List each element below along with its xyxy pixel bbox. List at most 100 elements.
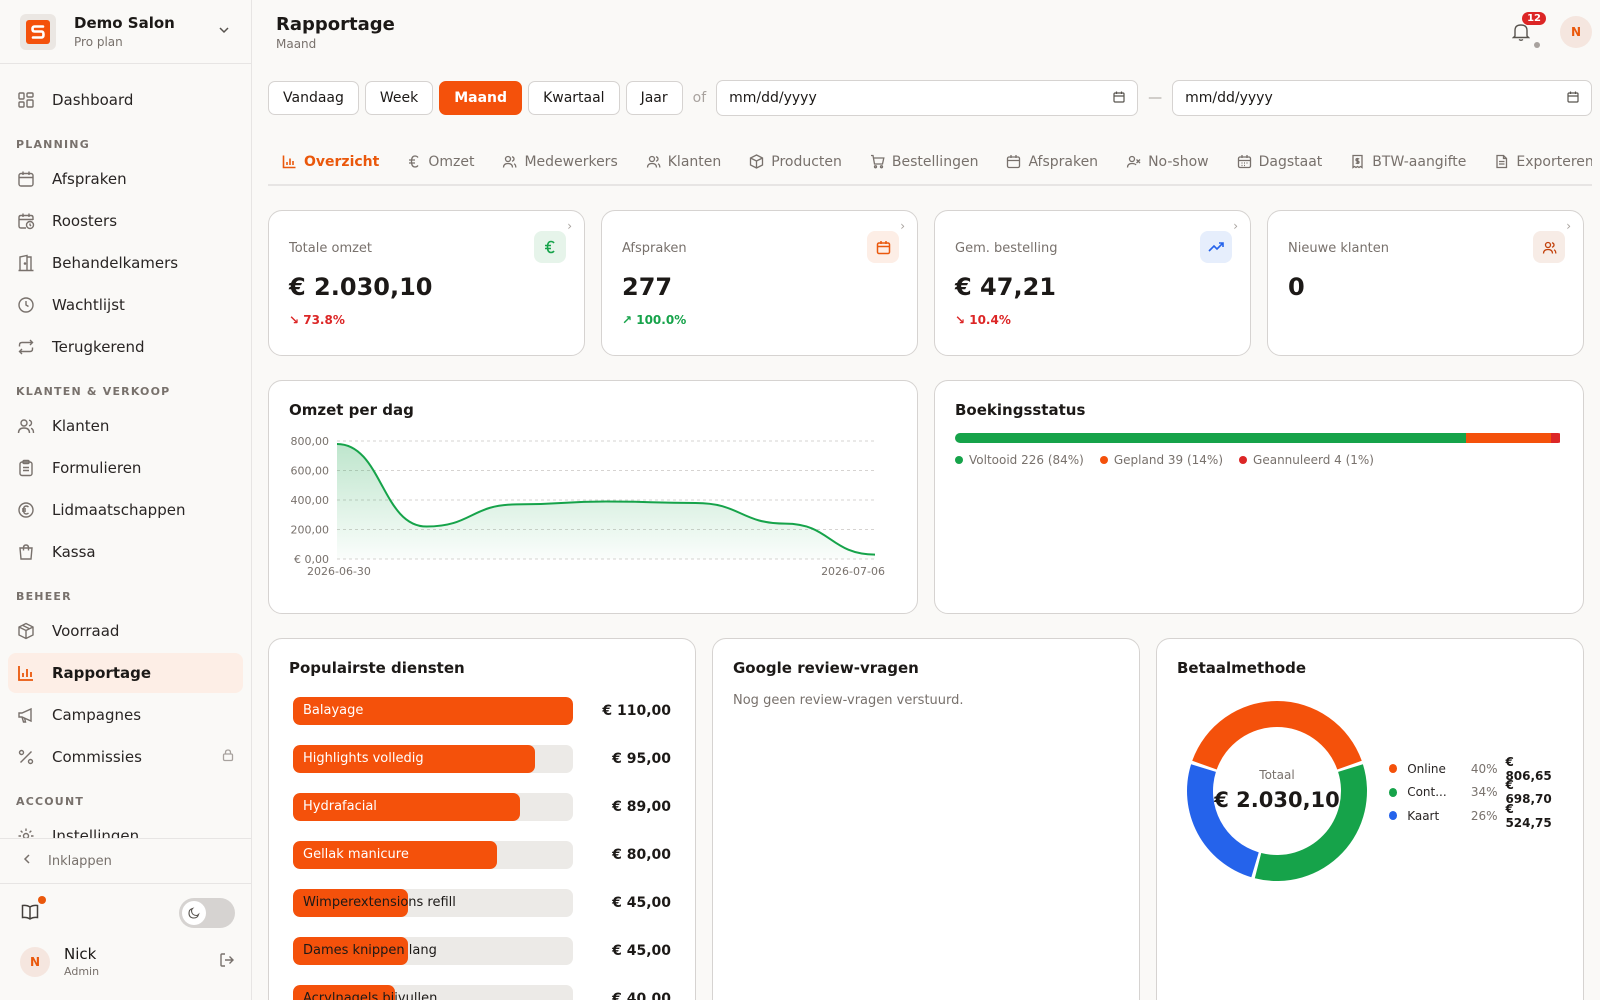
donut-slice — [1187, 764, 1259, 878]
revenue-chart-card: Omzet per dag € 0,00 200,00 400,00 600,00 80… — [268, 380, 918, 614]
moon-icon — [182, 901, 206, 925]
sidebar-item-campagnes[interactable]: Campagnes — [8, 695, 243, 735]
sidebar-tools — [20, 893, 235, 933]
date-from-input[interactable]: mm/dd/yyyy — [716, 80, 1139, 116]
user-avatar-button[interactable]: N — [1560, 16, 1592, 48]
period-maand-button[interactable]: Maand — [439, 81, 523, 115]
period-kwartaal-button[interactable]: Kwartaal — [528, 81, 620, 115]
logout-icon[interactable] — [219, 952, 235, 972]
sidebar-item-afspraken[interactable]: Afspraken — [8, 159, 243, 199]
kpi-value: 277 — [622, 273, 673, 301]
collapse-label: Inklappen — [48, 853, 112, 869]
sidebar-item-label: Wachtlijst — [52, 296, 125, 314]
service-value: € 45,00 — [612, 943, 671, 959]
period-jaar-button[interactable]: Jaar — [625, 81, 683, 115]
page-title: Rapportage — [276, 14, 395, 35]
page-header: Rapportage Maand 12 N — [252, 0, 1600, 64]
tab-producten[interactable]: Producten — [735, 148, 856, 184]
sidebar-item-instellingen[interactable]: Instellingen — [8, 816, 243, 838]
bar-chart-icon — [16, 663, 36, 683]
donut-center-label: Totaal — [1258, 768, 1294, 782]
tab-dagstaat[interactable]: Dagstaat — [1223, 148, 1337, 184]
sidebar-item-terugkerend[interactable]: Terugkerend — [8, 327, 243, 367]
salon-switcher[interactable]: Demo Salon Pro plan — [0, 0, 251, 64]
legend-dot — [1099, 456, 1108, 464]
service-value: € 40,00 — [612, 991, 671, 1000]
calendar-icon[interactable] — [1113, 91, 1125, 106]
service-value: € 110,00 — [602, 703, 671, 719]
payment-legend-row: Cont... 34% € 698,70 — [1389, 778, 1559, 806]
users-icon — [646, 154, 661, 169]
booking-status-legend: Voltooid 226 (84%) Gepland 39 (14%) Geannu… — [955, 453, 1390, 467]
sidebar-item-label: Instellingen — [52, 827, 140, 838]
card-title: Boekingsstatus — [955, 401, 1086, 419]
sidebar-item-formulieren[interactable]: Formulieren — [8, 448, 243, 488]
trending-up-icon — [1200, 231, 1232, 263]
user-role: Admin — [64, 965, 100, 978]
service-row: Wimperextensions refill € 45,00 — [293, 889, 671, 917]
tab-exporteren[interactable]: Exporteren — [1480, 148, 1592, 184]
sidebar-item-kassa[interactable]: Kassa — [8, 532, 243, 572]
card-title: Google review-vragen — [733, 659, 919, 677]
calendar-icon[interactable] — [1567, 91, 1579, 106]
service-name: Hydrafacial — [303, 799, 377, 814]
y-tick-label: 800,00 — [291, 435, 330, 448]
door-icon — [16, 253, 36, 273]
service-value: € 80,00 — [612, 847, 671, 863]
kpi-delta-value: 73.8% — [303, 313, 345, 327]
date-to-input[interactable]: mm/dd/yyyy — [1172, 80, 1592, 116]
payment-percent: 40% — [1470, 761, 1498, 776]
sidebar-item-behandelkamers[interactable]: Behandelkamers — [8, 243, 243, 283]
package-icon — [749, 154, 764, 169]
tab-label: Omzet — [428, 154, 475, 170]
service-bar-track: Acrylnagels bijvullen — [293, 985, 573, 1000]
tab-omzet[interactable]: Omzet — [393, 148, 488, 184]
lock-icon — [221, 748, 235, 766]
legend-item: Gepland 39 (14%) — [1099, 453, 1223, 467]
payment-percent: 26% — [1470, 808, 1498, 823]
kpi-card-nieuwe-klanten[interactable]: › Nieuwe klanten 0 — [1267, 210, 1584, 356]
sidebar-item-lidmaatschappen[interactable]: Lidmaatschappen — [8, 490, 243, 530]
tab-no-show[interactable]: No-show — [1112, 148, 1223, 184]
kpi-card-gem-bestelling[interactable]: › Gem. bestelling € 47,21 ↘ 10.4% — [934, 210, 1251, 356]
dark-mode-toggle[interactable] — [179, 898, 235, 928]
sidebar-item-klanten[interactable]: Klanten — [8, 406, 243, 446]
sidebar-item-voorraad[interactable]: Voorraad — [8, 611, 243, 651]
kpi-card-afspraken[interactable]: › Afspraken 277 ↗ 100.0% — [601, 210, 918, 356]
payment-amount: € 524,75 — [1505, 801, 1552, 830]
bar-chart-icon — [282, 154, 297, 169]
tab-afspraken[interactable]: Afspraken — [992, 148, 1112, 184]
main-content: Rapportage Maand 12 N Vandaag Week Maand… — [252, 0, 1600, 1000]
service-bar-track: Wimperextensions refill — [293, 889, 573, 917]
calendar-clock-icon — [16, 211, 36, 231]
user-x-icon — [1126, 154, 1141, 169]
service-bar-track: Dames knippen lang — [293, 937, 573, 965]
service-bar-track: Balayage — [293, 697, 573, 725]
tab-bestellingen[interactable]: Bestellingen — [856, 148, 993, 184]
megaphone-icon — [16, 705, 36, 725]
sidebar-item-commissies[interactable]: Commissies — [8, 737, 243, 777]
tab-medewerkers[interactable]: Medewerkers — [488, 148, 631, 184]
service-row: Gellak manicure € 80,00 — [293, 841, 671, 869]
tab-overzicht[interactable]: Overzicht — [268, 148, 393, 184]
tab-klanten[interactable]: Klanten — [632, 148, 736, 184]
service-name: Balayage — [303, 703, 364, 718]
tab-btw-aangifte[interactable]: BTW-aangifte — [1336, 148, 1480, 184]
donut-center-value: € 2.030,10 — [1213, 788, 1340, 812]
gear-icon — [16, 826, 36, 838]
sidebar-item-rapportage[interactable]: Rapportage — [8, 653, 243, 693]
payment-percent: 34% — [1470, 785, 1498, 800]
period-vandaag-button[interactable]: Vandaag — [268, 81, 359, 115]
kpi-card-totale-omzet[interactable]: › Totale omzet € 2.030,10 ↘ 73.8% — [268, 210, 585, 356]
book-icon[interactable] — [20, 896, 46, 924]
sidebar-item-wachtlijst[interactable]: Wachtlijst — [8, 285, 243, 325]
period-week-button[interactable]: Week — [364, 81, 434, 115]
calendar-icon — [867, 231, 899, 263]
repeat-icon — [16, 337, 36, 357]
y-tick-label: 200,00 — [291, 524, 330, 537]
notifications-button[interactable]: 12 — [1511, 12, 1546, 48]
sidebar-item-dashboard[interactable]: Dashboard — [8, 80, 243, 120]
collapse-sidebar-button[interactable]: Inklappen — [0, 838, 251, 884]
service-bar-track: Highlights volledig — [293, 745, 573, 773]
sidebar-item-roosters[interactable]: Roosters — [8, 201, 243, 241]
